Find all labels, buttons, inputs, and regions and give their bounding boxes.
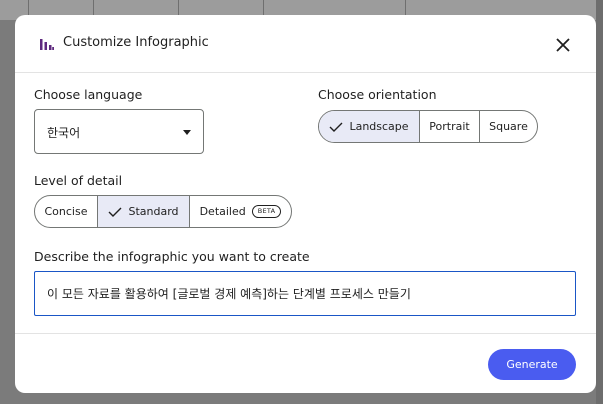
orientation-option-label: Landscape — [349, 120, 409, 133]
detail-option-label: Concise — [44, 205, 88, 218]
language-label: Choose language — [34, 87, 143, 102]
orientation-option-landscape[interactable]: Landscape — [319, 111, 420, 142]
footer-divider — [15, 333, 596, 334]
orientation-option-portrait[interactable]: Portrait — [420, 111, 480, 142]
infographic-icon — [40, 39, 54, 50]
orientation-option-label: Portrait — [429, 120, 470, 133]
detail-option-detailed[interactable]: Detailed BETA — [190, 196, 291, 227]
check-icon — [329, 122, 343, 132]
background-scrollbar — [596, 0, 603, 404]
orientation-option-label: Square — [489, 120, 528, 133]
generate-button[interactable]: Generate — [488, 349, 576, 380]
orientation-option-square[interactable]: Square — [480, 111, 537, 142]
describe-input[interactable]: 이 모든 자료를 활용하여 [글로벌 경제 예측]하는 단계별 프로세스 만들기 — [34, 271, 576, 316]
detail-option-standard[interactable]: Standard — [98, 196, 190, 227]
customize-infographic-dialog: Customize Infographic Choose language 한국… — [15, 15, 596, 393]
orientation-toggle-group: Landscape Portrait Square — [318, 110, 538, 143]
detail-option-concise[interactable]: Concise — [35, 196, 98, 227]
orientation-label: Choose orientation — [318, 87, 437, 102]
detail-label: Level of detail — [34, 173, 123, 188]
detail-option-label: Standard — [128, 205, 179, 218]
close-icon[interactable] — [553, 35, 573, 55]
detail-toggle-group: Concise Standard Detailed BETA — [34, 195, 292, 228]
detail-option-label: Detailed — [199, 205, 246, 218]
dialog-title: Customize Infographic — [63, 35, 209, 50]
dialog-header: Customize Infographic — [15, 15, 596, 73]
describe-input-value: 이 모든 자료를 활용하여 [글로벌 경제 예측]하는 단계별 프로세스 만들기 — [47, 287, 411, 301]
beta-badge: BETA — [251, 205, 282, 218]
chevron-down-icon — [183, 130, 191, 135]
describe-label: Describe the infographic you want to cre… — [34, 249, 310, 264]
language-value: 한국어 — [47, 126, 81, 140]
check-icon — [108, 207, 122, 217]
language-select[interactable]: 한국어 — [34, 109, 204, 154]
